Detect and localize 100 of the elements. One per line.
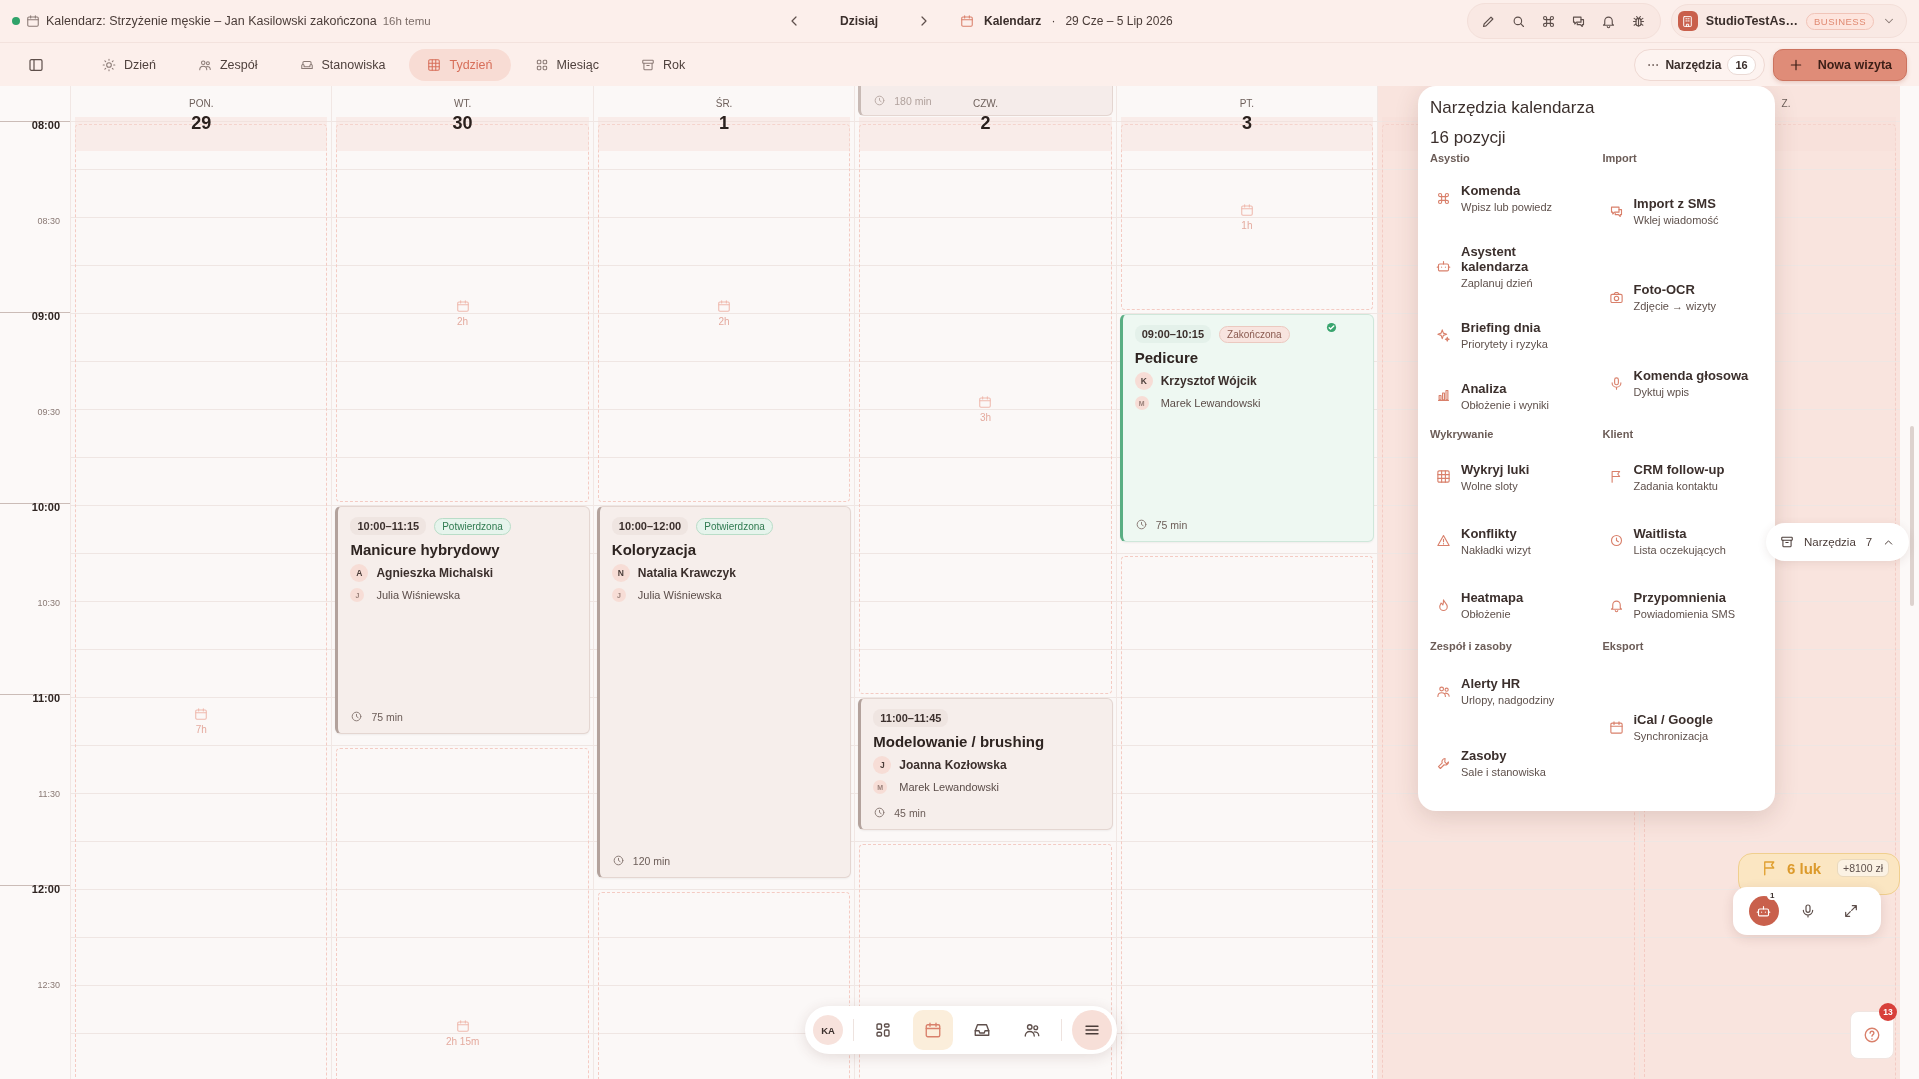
sun-icon: [102, 57, 116, 72]
time-label: 08:00: [30, 119, 60, 131]
tool-item[interactable]: Waitlista Lista oczekujących: [1602, 518, 1730, 564]
chat-icon: [1608, 203, 1624, 219]
command-icon: [1541, 13, 1557, 29]
client-name: Joanna Kozłowska: [899, 758, 1007, 772]
view-tab[interactable]: Rok: [622, 48, 704, 81]
weekday-label: PON.: [189, 98, 214, 111]
plan-badge: BUSINESS: [1805, 12, 1874, 30]
free-time-label: 7h: [195, 724, 207, 735]
tool-item[interactable]: Komenda głosowa Dyktuj wpis: [1602, 360, 1753, 407]
clock-icon: [1608, 533, 1624, 549]
tool-item[interactable]: iCal / Google Synchronizacja: [1602, 704, 1717, 751]
squares-icon: [534, 57, 549, 72]
wrench-icon: [1436, 755, 1451, 771]
weekday-label: ŚR.: [715, 98, 733, 111]
duration-text: 45 min: [894, 806, 926, 819]
new-appointment-button[interactable]: Nowa wizyta: [1772, 48, 1907, 81]
clock-icon: [873, 806, 887, 819]
box-icon: [640, 57, 655, 72]
tool-item[interactable]: CRM follow-up Zadania kontaktu: [1602, 453, 1729, 500]
clock-icon: [1134, 518, 1148, 531]
tool-item[interactable]: Analiza Obłożenie i wyniki: [1430, 372, 1554, 419]
section-title: Import: [1602, 152, 1638, 164]
view-tab[interactable]: Miesiąc: [516, 48, 617, 81]
weekday-label: Z.: [1781, 98, 1791, 111]
time-label: 12:30: [36, 980, 60, 990]
status-dot: [12, 17, 20, 25]
duration-text: 120 min: [632, 854, 671, 867]
today-button[interactable]: Dzisiaj: [818, 14, 900, 28]
tool-item[interactable]: Przypomnienia Powiadomienia SMS: [1602, 582, 1739, 629]
check-icon: [1326, 322, 1338, 333]
view-label: Kalendarz: [984, 14, 1042, 28]
time-chip: 10:00–12:00: [611, 517, 689, 535]
dashboard-icon: [874, 1021, 893, 1039]
tool-item[interactable]: Briefing dnia Priorytety i ryzyka: [1430, 312, 1552, 359]
assistant-button[interactable]: [1748, 896, 1779, 926]
time-label: 11:30: [37, 789, 60, 799]
clock-icon: [611, 854, 625, 867]
scrollbar[interactable]: [1910, 426, 1914, 606]
appointment-title: Modelowanie / brushing: [873, 733, 1046, 750]
account-name: StudioTestAs…: [1705, 14, 1798, 28]
weekday-label: WT.: [454, 98, 472, 111]
chat-icon: [1571, 13, 1587, 29]
microphone-icon: [1800, 903, 1816, 919]
bell-icon: [1608, 597, 1624, 613]
appointment-title: Koloryzacja: [611, 541, 698, 558]
time-label: 12:00: [30, 883, 60, 895]
tools-button[interactable]: ··· Narzędzia 16: [1634, 48, 1765, 81]
box-icon: [1780, 535, 1794, 549]
tool-item[interactable]: Import z SMS Wklej wiadomość: [1602, 188, 1723, 235]
tools-toggle[interactable]: Narzędzia 7: [1766, 523, 1910, 561]
client-avatar: A: [350, 564, 369, 582]
notification-time: 16h temu: [382, 15, 431, 27]
view-tab[interactable]: Zespół: [179, 48, 276, 81]
bar-chart-icon: [1436, 388, 1451, 404]
section-title: Eksport: [1602, 639, 1645, 652]
more-icon: ···: [1647, 57, 1660, 72]
notification-text: Kalendarz: Strzyżenie męskie – Jan Kasilowski zakończona: [46, 14, 377, 28]
view-tab[interactable]: Dzień: [84, 48, 174, 81]
user-avatar[interactable]: KA: [813, 1015, 843, 1045]
calendar-icon: [717, 299, 732, 313]
tool-item[interactable]: Konflikty Nakładki wizyt: [1430, 518, 1535, 564]
staff-name: Julia Wiśniewska: [376, 589, 461, 601]
free-time-label: 1h: [1241, 220, 1253, 231]
bell-icon: [1601, 13, 1617, 29]
client-avatar: K: [1134, 372, 1153, 390]
time-chip: 10:00–11:15: [350, 517, 427, 535]
help-button[interactable]: [1850, 1011, 1894, 1059]
tool-item[interactable]: Asystent kalendarza Zaplanuj dzień: [1430, 236, 1591, 298]
calendar-icon: [1608, 719, 1624, 735]
robot-icon: [1436, 259, 1451, 275]
time-chip: 09:00–10:15: [1134, 325, 1212, 343]
calendar-icon: [1239, 203, 1254, 217]
view-tab[interactable]: Stanowiska: [281, 48, 404, 81]
status-badge: Zakończona: [1219, 325, 1290, 343]
time-label: 09:00: [30, 310, 60, 322]
duration-text: 75 min: [371, 710, 403, 723]
tool-item[interactable]: Foto-OCR Zdjęcie → wizyty: [1602, 274, 1721, 321]
client-avatar: J: [873, 756, 892, 774]
camera-icon: [1608, 289, 1624, 305]
account-menu[interactable]: StudioTestAs… BUSINESS: [1670, 4, 1907, 38]
tool-item[interactable]: Zasoby Sale i stanowiska: [1430, 740, 1550, 787]
section-title: Zespół i zasoby: [1430, 639, 1513, 652]
section-title: Klient: [1602, 428, 1635, 441]
status-badge: Potwierdzona: [696, 517, 773, 535]
robot-icon: [1756, 903, 1772, 919]
free-time-label: 2h: [457, 316, 469, 327]
tool-item[interactable]: Wykryj luki Wolne sloty: [1430, 453, 1534, 500]
calendar-icon: [455, 299, 470, 313]
section-title: Wykrywanie: [1430, 428, 1495, 441]
tool-item[interactable]: Heatmapa Obłożenie: [1430, 582, 1528, 629]
calendar-button[interactable]: [912, 1010, 953, 1050]
panel-title: Narzędzia kalendarza: [1430, 98, 1596, 118]
tool-item[interactable]: Alerty HR Urlopy, nadgodziny: [1430, 668, 1559, 715]
staff-name: Julia Wiśniewska: [637, 589, 722, 601]
menu-button[interactable]: [1071, 1010, 1112, 1050]
tool-item[interactable]: Komenda Wpisz lub powiedz: [1430, 175, 1557, 222]
date-range: 29 Cze – 5 Lip 2026: [1065, 14, 1173, 28]
calendar-icon: [923, 1021, 942, 1039]
